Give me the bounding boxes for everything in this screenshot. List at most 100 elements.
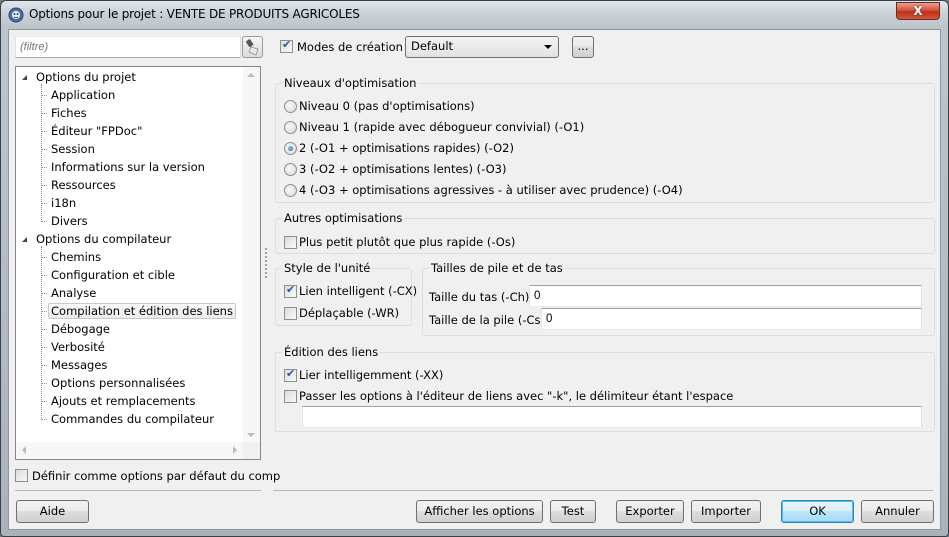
smaller-than-faster-label: Plus petit plutôt que plus rapide (-Os) [299, 235, 516, 249]
pass-linker-options-label: Passer les options à l'éditeur de liens … [299, 389, 734, 403]
tree-item[interactable]: Divers [51, 212, 88, 230]
broom-icon [246, 39, 259, 56]
close-icon: X [913, 4, 923, 18]
smart-linking-label: Lier intelligemment (-XX) [299, 368, 444, 382]
unit-smart-link-label: Lien intelligent (-CX) [299, 284, 418, 298]
tree-item-label: Fiches [51, 106, 87, 120]
smaller-than-faster-checkbox[interactable] [284, 236, 297, 249]
tree-node[interactable]: Options du projet [36, 68, 136, 86]
tree-node[interactable]: Options du compilateur [36, 230, 171, 248]
optimization-level-radio[interactable] [284, 142, 297, 155]
separator [273, 490, 933, 491]
default-options-label: Définir comme options par défaut du comp [32, 469, 281, 483]
optimization-level-radio[interactable] [284, 121, 297, 134]
relocatable-label: Déplaçable (-WR) [299, 306, 400, 320]
options-tree[interactable]: Options du projet Application Fiches Éditeu… [15, 66, 261, 460]
other-optimizations-title: Autres optimisations [282, 211, 405, 225]
options-dialog: Options pour le projet : VENTE DE PRODUI… [0, 0, 949, 537]
build-mode-value: Default [411, 39, 454, 53]
build-modes-checkbox[interactable] [280, 38, 293, 53]
tree-item-label: Options personnalisées [51, 376, 186, 390]
linking-title: Édition des liens [282, 345, 381, 359]
scroll-left-icon[interactable] [22, 446, 26, 454]
tree-horizontal-scrollbar[interactable] [16, 442, 243, 459]
splitter-handle[interactable] [265, 248, 268, 278]
tree-item[interactable]: Session [51, 140, 95, 158]
scroll-corner [243, 442, 260, 459]
tree-item-label: Messages [51, 358, 108, 372]
optimization-level-radio[interactable] [284, 100, 297, 113]
tree-vertical-scrollbar[interactable] [243, 67, 260, 443]
filter-input[interactable] [15, 36, 241, 58]
tree-item[interactable]: Commandes du compilateur [51, 410, 214, 428]
optimization-level-label: 3 (-O2 + optimisations lentes) (-O3) [299, 162, 507, 176]
expand-triangle-icon[interactable] [22, 237, 27, 242]
scroll-down-icon[interactable] [247, 433, 255, 437]
heap-size-label: Taille du tas (-Ch) [429, 290, 530, 304]
linker-options-input[interactable] [302, 406, 922, 428]
tree-item[interactable]: Ajouts et remplacements [51, 392, 196, 410]
tree-item-label: Analyse [51, 286, 97, 300]
tree-item-label: Commandes du compilateur [51, 412, 214, 426]
stack-size-label: Taille de la pile (-Cs) [429, 313, 545, 327]
tree-item[interactable]: Informations sur la version [51, 158, 205, 176]
tree-item[interactable]: i18n [51, 194, 76, 212]
tree-item-label: Éditeur "FPDoc" [51, 124, 143, 138]
scroll-right-icon[interactable] [233, 446, 237, 454]
title-bar[interactable]: Options pour le projet : VENTE DE PRODUI… [1, 1, 948, 29]
tree-item-label: Configuration et cible [51, 268, 175, 282]
optimization-level-label: Niveau 0 (pas d'optimisations) [299, 99, 475, 113]
optimization-level-label: 4 (-O3 + optimisations agressives - à ut… [299, 183, 683, 197]
smart-linking-checkbox[interactable] [284, 367, 297, 382]
tree-connector [41, 246, 42, 420]
chevron-down-icon [544, 45, 552, 49]
build-modes-ellipsis-button[interactable]: ... [572, 36, 594, 58]
app-icon [8, 7, 24, 23]
tree-item-label: Options du compilateur [36, 232, 172, 246]
optimization-level-radio[interactable] [284, 163, 297, 176]
optimization-level-label: Niveau 1 (rapide avec débogueur convivia… [299, 120, 585, 134]
dialog-client-area: Options du projet Application Fiches Éditeu… [8, 29, 941, 530]
tree-item[interactable]: Éditeur "FPDoc" [51, 122, 142, 140]
show-options-button[interactable]: Afficher les options [416, 500, 543, 523]
tree-item-label: Informations sur la version [51, 160, 205, 174]
tree-item-label: Ajouts et remplacements [51, 394, 196, 408]
export-button[interactable]: Exporter [616, 500, 684, 523]
tree-item[interactable]: Messages [51, 356, 107, 374]
ok-button[interactable]: OK [781, 500, 854, 523]
test-button[interactable]: Test [550, 500, 596, 523]
tree-connector [41, 84, 42, 222]
tree-item-label: Ressources [51, 178, 116, 192]
tree-item[interactable]: Configuration et cible [51, 266, 175, 284]
expand-triangle-icon[interactable] [22, 75, 27, 80]
cancel-button[interactable]: Annuler [861, 500, 934, 523]
scroll-up-icon[interactable] [247, 73, 255, 77]
default-options-checkbox[interactable] [15, 469, 28, 482]
tree-item[interactable]: Analyse [51, 284, 96, 302]
optimization-level-radio[interactable] [284, 184, 297, 197]
tree-item-label: Compilation et édition des liens [48, 303, 236, 319]
relocatable-checkbox[interactable] [284, 307, 297, 320]
tree-item[interactable]: Ressources [51, 176, 116, 194]
pass-linker-options-checkbox[interactable] [284, 390, 297, 403]
tree-item[interactable]: Verbosité [51, 338, 105, 356]
tree-item[interactable]: Compilation et édition des liens [48, 302, 236, 320]
tree-item[interactable]: Options personnalisées [51, 374, 185, 392]
tree-item-label: Verbosité [51, 340, 105, 354]
tree-item[interactable]: Fiches [51, 104, 87, 122]
tree-item[interactable]: Application [51, 86, 115, 104]
tree-item-label: i18n [51, 196, 77, 210]
tree-item[interactable]: Débogage [51, 320, 110, 338]
filter-clear-button[interactable] [242, 36, 263, 58]
tree-item[interactable]: Chemins [51, 248, 101, 266]
import-button[interactable]: Importer [691, 500, 761, 523]
close-button[interactable]: X [896, 2, 940, 20]
heap-size-input[interactable] [529, 285, 922, 307]
stack-size-input[interactable] [541, 308, 922, 330]
tree-item-label: Divers [51, 214, 88, 228]
unit-smart-link-checkbox[interactable] [284, 283, 297, 298]
help-button[interactable]: Aide [16, 500, 89, 523]
unit-style-title: Style de l'unité [282, 261, 373, 275]
tree-item-label: Session [51, 142, 95, 156]
build-mode-select[interactable]: Default [405, 36, 559, 58]
